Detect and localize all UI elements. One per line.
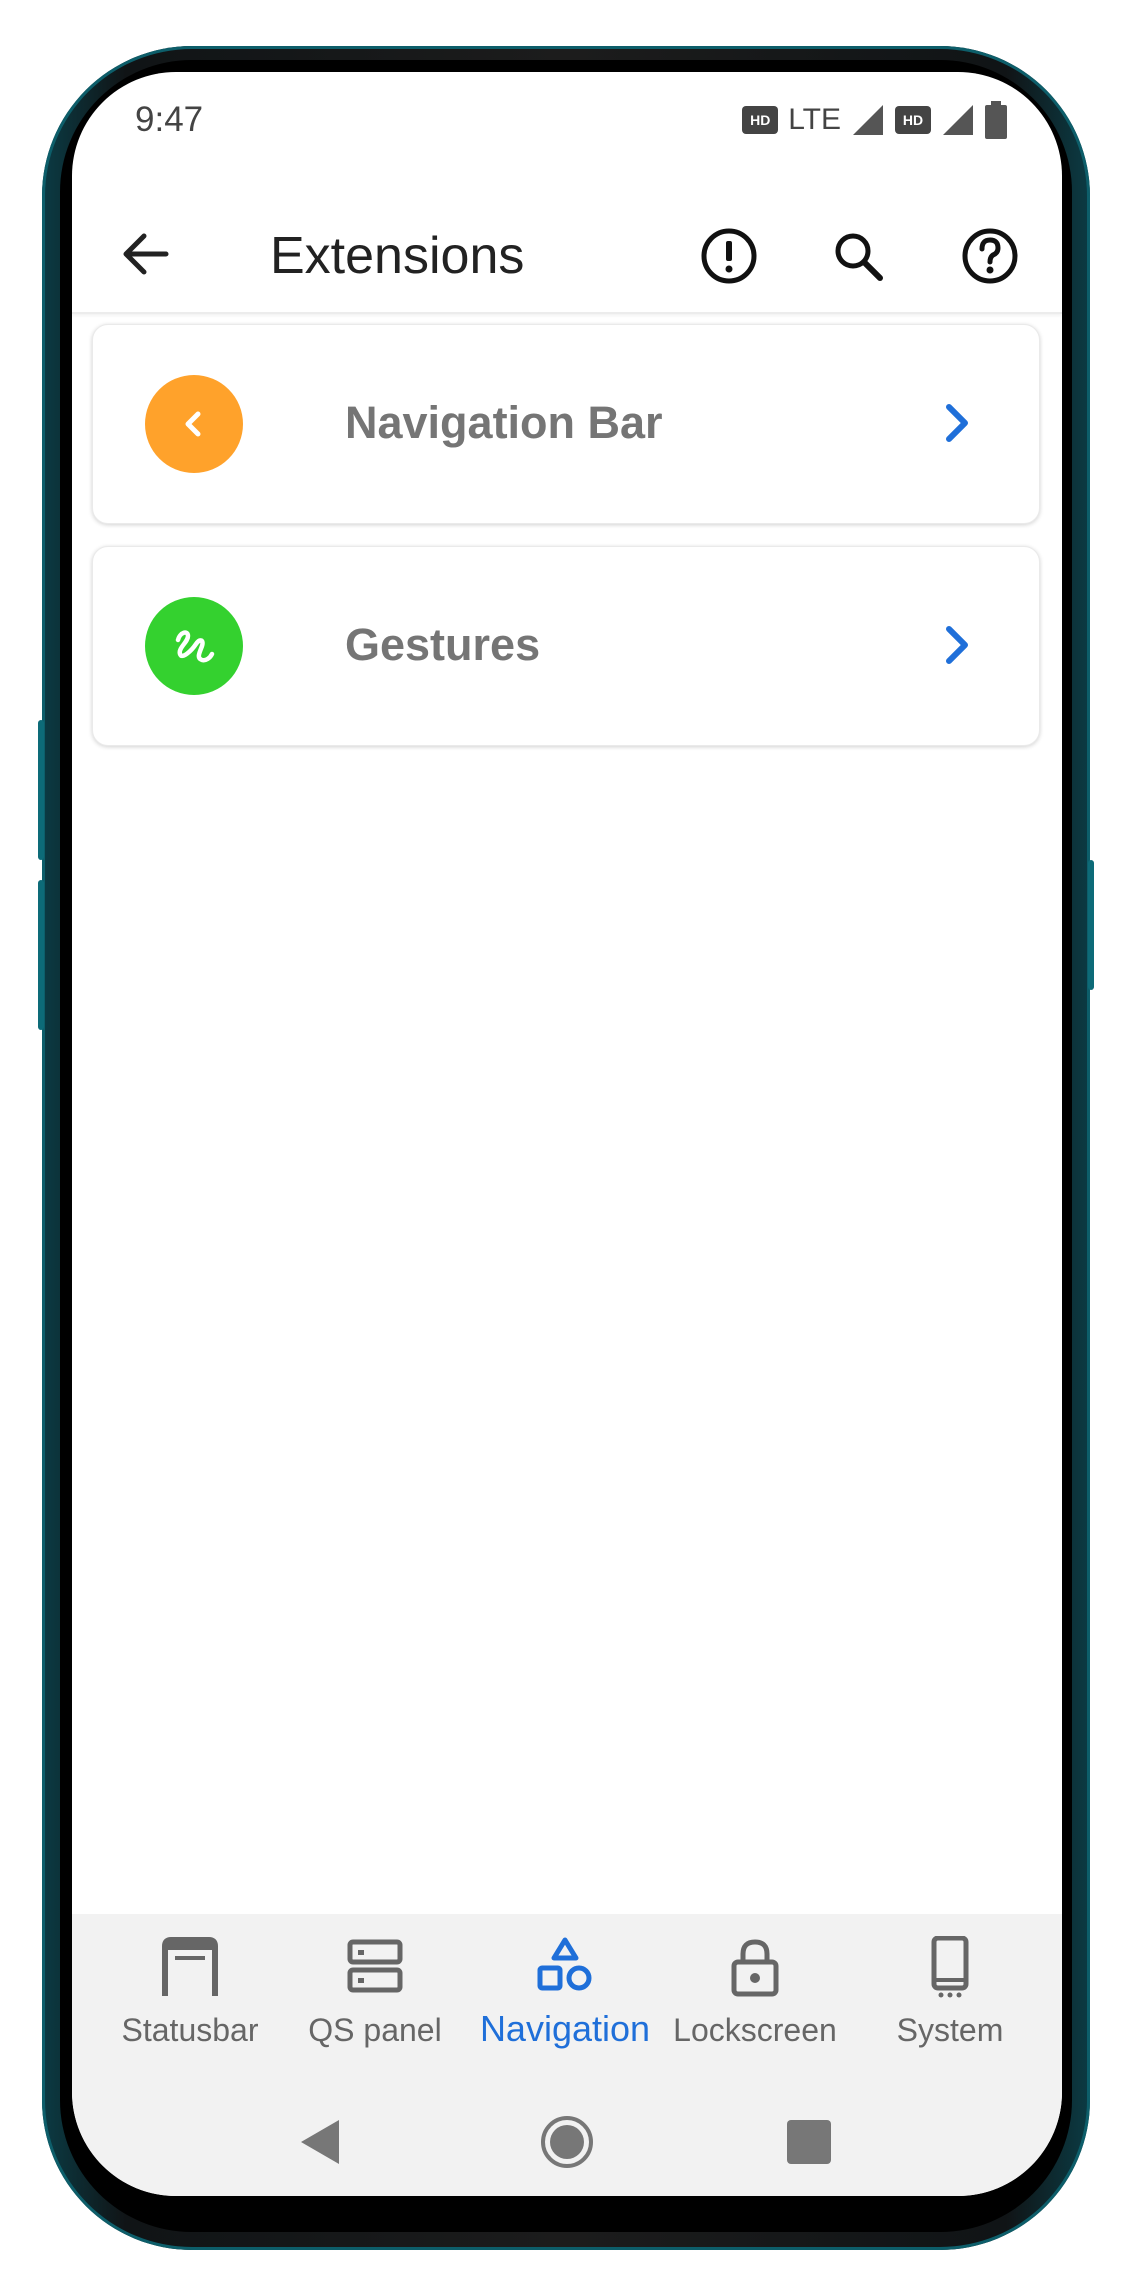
app-bar: Extensions — [72, 202, 1062, 314]
home-circle-icon[interactable] — [539, 2114, 595, 2170]
signal-icon-2 — [943, 105, 973, 135]
nav-label: Lockscreen — [673, 2012, 837, 2048]
qs-panel-icon — [347, 1939, 403, 1993]
volume-up-button — [38, 720, 44, 860]
status-bar: 9:47 HD LTE HD — [72, 72, 1062, 162]
hd-badge-2: HD — [895, 106, 931, 134]
back-triangle-icon[interactable] — [293, 2114, 349, 2170]
signal-icon — [853, 105, 883, 135]
status-time: 9:47 — [135, 100, 204, 139]
list-item-navigation-bar[interactable]: Navigation Bar — [92, 324, 1040, 524]
nav-tab-system[interactable]: System — [855, 1936, 1045, 2048]
lock-icon — [731, 1939, 779, 1997]
nav-tab-navigation[interactable]: Navigation — [470, 1936, 660, 2049]
search-icon[interactable] — [826, 224, 890, 288]
back-arrow-icon[interactable] — [116, 224, 176, 284]
chevron-right-icon — [946, 626, 968, 664]
nav-label: Statusbar — [121, 2012, 259, 2048]
gestures-icon-circle — [145, 597, 243, 695]
volume-down-button — [38, 880, 44, 1030]
battery-icon — [985, 101, 1007, 139]
nav-label: QS panel — [308, 2012, 442, 2048]
hd-badge: HD — [742, 106, 779, 134]
recents-square-icon[interactable] — [781, 2114, 837, 2170]
statusbar-icon — [162, 1937, 218, 1996]
gesture-icon — [175, 630, 215, 663]
screen: 9:47 HD LTE HD Extensions Navigation Bar… — [72, 72, 1062, 2196]
power-button — [1088, 860, 1094, 990]
chevron-left-icon — [185, 411, 201, 437]
navigation-bar-icon-circle — [145, 375, 243, 473]
phone-icon — [931, 1936, 969, 1998]
status-icons: HD LTE HD — [742, 100, 1007, 140]
list-item-label: Navigation Bar — [345, 397, 663, 448]
alert-circle-icon[interactable] — [697, 224, 761, 288]
chevron-right-icon — [946, 404, 968, 442]
nav-tab-qs-panel[interactable]: QS panel — [280, 1936, 470, 2048]
page-title: Extensions — [270, 227, 525, 285]
bottom-area: Statusbar QS panel Navigation Lockscreen… — [72, 1914, 1062, 2196]
list-item-label: Gestures — [345, 619, 541, 670]
help-circle-icon[interactable] — [958, 224, 1022, 288]
shapes-icon — [537, 1937, 592, 1991]
nav-label: Navigation — [479, 2008, 651, 2049]
nav-tab-statusbar[interactable]: Statusbar — [95, 1936, 285, 2048]
nav-tab-lockscreen[interactable]: Lockscreen — [660, 1936, 850, 2048]
network-type: LTE — [788, 103, 841, 136]
list-item-gestures[interactable]: Gestures — [92, 546, 1040, 746]
nav-label: System — [896, 2012, 1004, 2048]
